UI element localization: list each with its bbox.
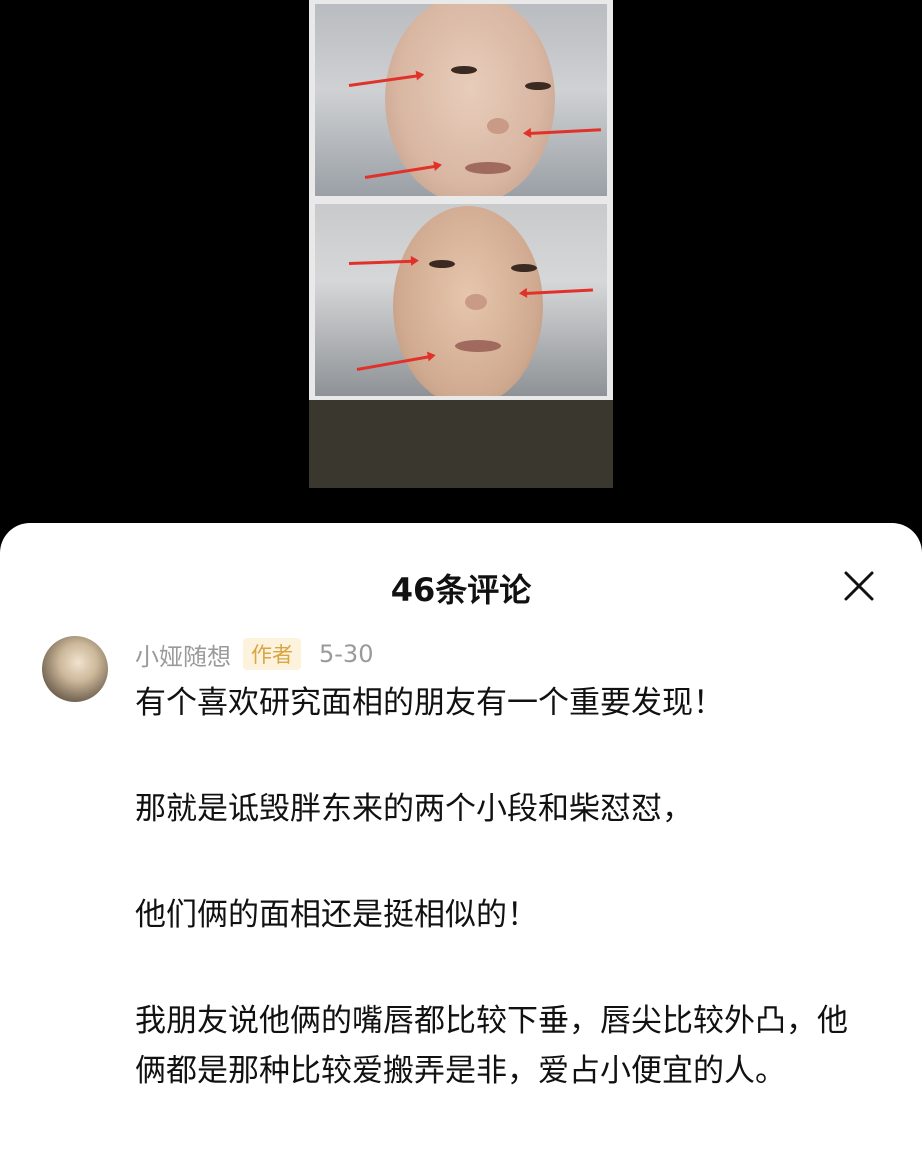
comment-paragraph: 有个喜欢研究面相的朋友有一个重要发现！ <box>135 685 724 721</box>
mouth <box>465 162 511 174</box>
photo-collage <box>309 0 613 400</box>
author-badge: 作者 <box>243 638 301 670</box>
avatar[interactable] <box>42 636 108 702</box>
comment-meta: 小娅随想 作者 5-30 <box>135 636 373 672</box>
author-name[interactable]: 小娅随想 <box>135 637 231 672</box>
comment-paragraph: 那就是诋毁胖东来的两个小段和柴怼怼， <box>135 791 693 827</box>
comment-paragraph: 我朋友说他俩的嘴唇都比较下垂，唇尖比较外凸，他俩都是那种比较爱搬弄是非，爱占小便… <box>135 1003 848 1089</box>
comments-sheet: 46条评论 小娅随想 作者 5-30 有个喜欢研究面相的朋友有一个重要发现！ 那… <box>0 523 922 1163</box>
close-icon <box>844 571 874 601</box>
close-button[interactable] <box>836 563 882 609</box>
nose <box>487 118 509 134</box>
comment-paragraph: 他们俩的面相还是挺相似的！ <box>135 897 538 933</box>
photo-woman-face <box>315 4 607 196</box>
nose <box>465 294 487 310</box>
eye <box>511 264 537 272</box>
comment-body[interactable]: 有个喜欢研究面相的朋友有一个重要发现！ 那就是诋毁胖东来的两个小段和柴怼怼， 他… <box>135 678 875 1152</box>
comments-title: 46条评论 <box>390 571 532 609</box>
comment-date: 5-30 <box>319 640 374 668</box>
photo-man-face <box>315 204 607 396</box>
eye <box>429 260 455 268</box>
post-image[interactable] <box>309 0 613 488</box>
eye <box>525 82 551 90</box>
mouth <box>455 340 501 352</box>
eye <box>451 66 477 74</box>
